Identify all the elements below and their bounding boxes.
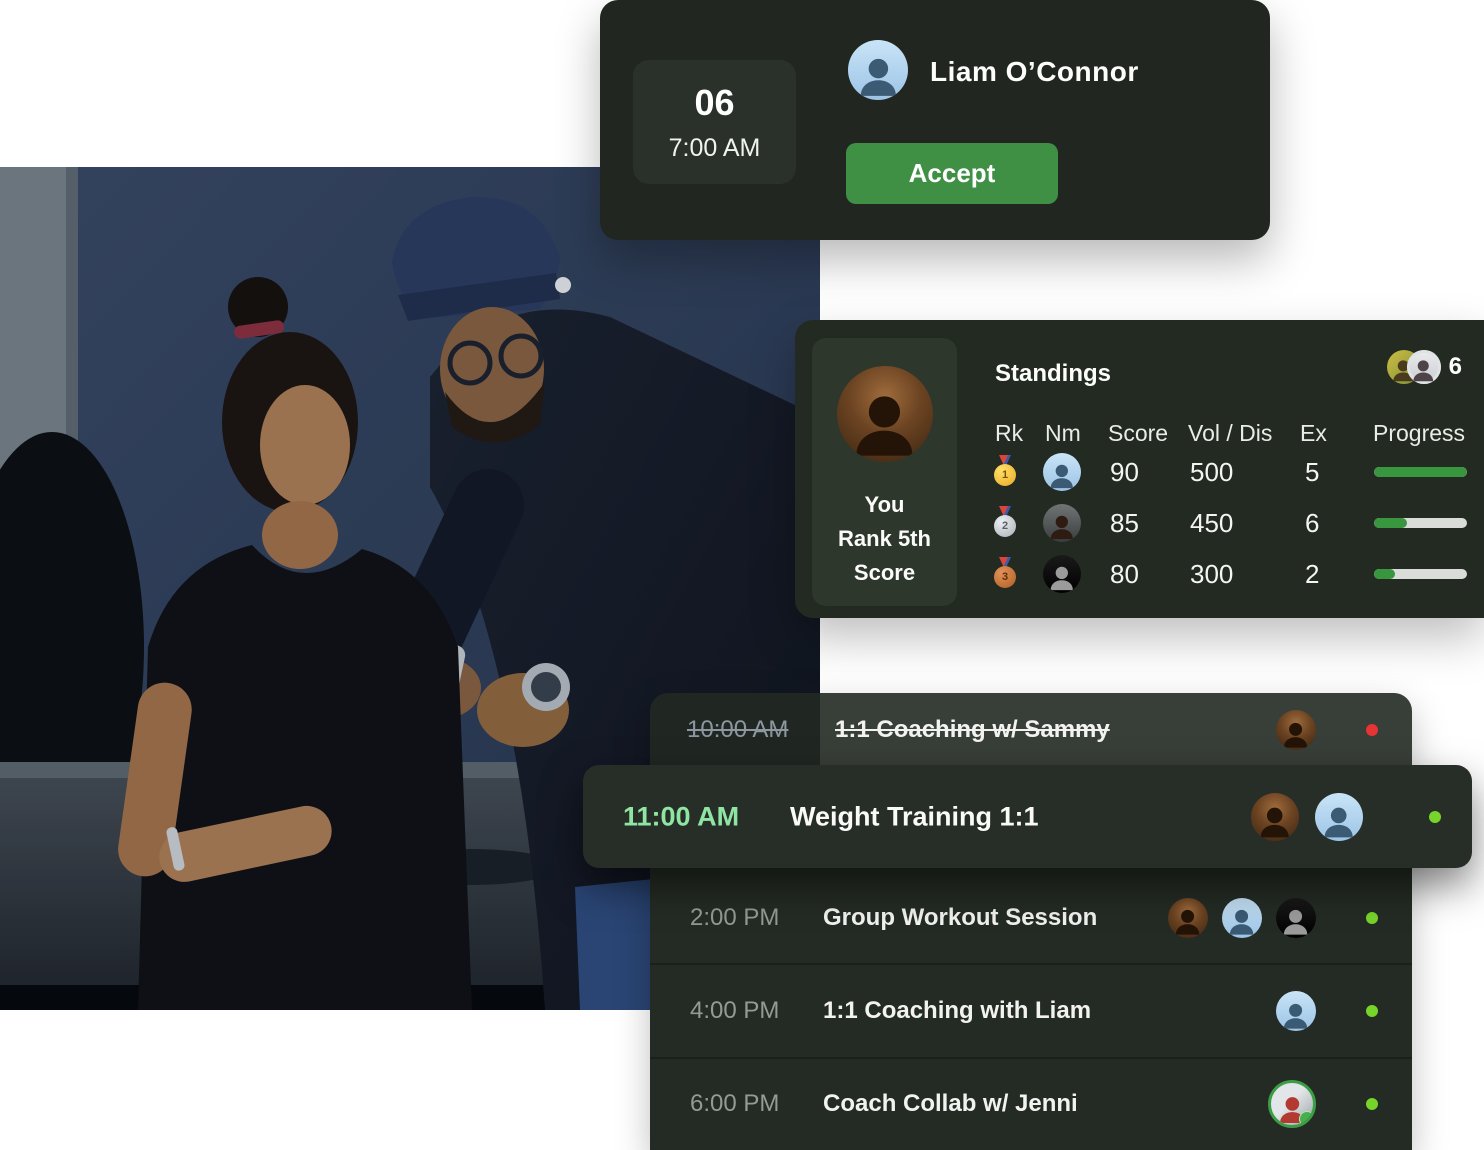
rank2-exercises: 6 — [1305, 508, 1319, 539]
fitness-app-composite: 06 7:00 AM Liam O’Connor Accept You Rank… — [0, 0, 1484, 1150]
person-icon — [1172, 906, 1203, 937]
rank1-exercises: 5 — [1305, 457, 1319, 488]
your-avatar — [837, 366, 933, 462]
liam-avatar — [1276, 991, 1316, 1031]
rank1-score: 90 — [1110, 457, 1139, 488]
session-time: 10:00 AM — [687, 716, 788, 744]
person-icon — [847, 387, 922, 462]
standings-title: Standings — [995, 360, 1111, 388]
session-avatars — [1168, 898, 1316, 938]
person-icon — [1047, 512, 1077, 542]
session-time: 7:00 AM — [669, 134, 761, 163]
rank3-volume: 300 — [1190, 559, 1233, 590]
session-avatars — [1251, 793, 1363, 841]
schedule-panel: 10:00 AM 1:1 Coaching w/ Sammy 2:00 PM G… — [650, 693, 1412, 1150]
schedule-row-group-workout[interactable]: 2:00 PM Group Workout Session — [650, 872, 1412, 963]
standings-row-1: 1 90 500 5 — [795, 452, 1484, 492]
jenni-avatar — [1268, 1080, 1316, 1128]
medal-rank: 3 — [994, 566, 1016, 588]
session-avatars — [1268, 1080, 1316, 1128]
person-icon — [1047, 563, 1077, 593]
standings-row-3: 3 80 300 2 — [795, 554, 1484, 594]
session-title: Coach Collab w/ Jenni — [823, 1090, 1078, 1118]
member-avatar — [1407, 350, 1441, 384]
col-progress: Progress — [1373, 420, 1465, 447]
person-icon — [1320, 803, 1357, 840]
member-avatar — [1276, 898, 1316, 938]
person-icon — [1410, 357, 1437, 384]
schedule-row-cancelled[interactable]: 10:00 AM 1:1 Coaching w/ Sammy — [650, 693, 1412, 767]
session-time: 2:00 PM — [690, 904, 779, 932]
person-icon — [855, 53, 902, 100]
progress-fill — [1374, 467, 1467, 477]
rank2-score: 85 — [1110, 508, 1139, 539]
session-request-card: 06 7:00 AM Liam O’Connor Accept — [600, 0, 1270, 240]
member-avatar — [1222, 898, 1262, 938]
active-status-dot — [1429, 811, 1441, 823]
rank3-avatar — [1043, 555, 1081, 593]
member-avatars-group: 6 — [1387, 350, 1462, 384]
person-icon — [1226, 906, 1257, 937]
person-icon — [1047, 461, 1077, 491]
col-exercises: Ex — [1300, 420, 1327, 447]
col-name: Nm — [1045, 420, 1081, 447]
rank1-progress-bar — [1374, 467, 1467, 477]
medal-rank: 2 — [994, 515, 1016, 537]
rank2-progress-bar — [1374, 518, 1467, 528]
silver-medal-icon: 2 — [993, 506, 1017, 538]
session-time: 6:00 PM — [690, 1090, 779, 1118]
rank3-score: 80 — [1110, 559, 1139, 590]
liam-avatar — [1315, 793, 1363, 841]
member-avatar — [1251, 793, 1299, 841]
accept-button[interactable]: Accept — [846, 143, 1058, 204]
confirmed-status-dot — [1366, 1098, 1378, 1110]
sammy-avatar — [1276, 710, 1316, 750]
session-title: 1:1 Coaching w/ Sammy — [835, 716, 1110, 744]
rank2-avatar — [1043, 504, 1081, 542]
person-icon — [1280, 1000, 1311, 1031]
rank3-exercises: 2 — [1305, 559, 1319, 590]
person-icon — [1256, 803, 1293, 840]
session-day: 06 — [694, 82, 734, 124]
person-icon — [1280, 906, 1311, 937]
session-title: Weight Training 1:1 — [790, 801, 1039, 832]
session-time: 4:00 PM — [690, 997, 779, 1025]
schedule-row-coaching-liam[interactable]: 4:00 PM 1:1 Coaching with Liam — [650, 965, 1412, 1056]
confirmed-status-dot — [1366, 912, 1378, 924]
gold-medal-icon: 1 — [993, 455, 1017, 487]
cancelled-status-dot — [1366, 724, 1378, 736]
col-score: Score — [1108, 420, 1168, 447]
standings-row-2: 2 85 450 6 — [795, 503, 1484, 543]
liam-avatar — [848, 40, 908, 100]
col-volume: Vol / Dis — [1188, 420, 1272, 447]
progress-fill — [1374, 569, 1395, 579]
member-count: 6 — [1449, 353, 1462, 381]
session-avatars — [1276, 991, 1316, 1031]
requester-name: Liam O’Connor — [930, 56, 1139, 88]
session-avatars — [1276, 710, 1316, 750]
progress-fill — [1374, 518, 1407, 528]
session-title: Group Workout Session — [823, 904, 1097, 932]
rank2-volume: 450 — [1190, 508, 1233, 539]
person-icon — [1276, 1093, 1309, 1126]
rank3-progress-bar — [1374, 569, 1467, 579]
member-avatar — [1168, 898, 1208, 938]
confirmed-status-dot — [1366, 1005, 1378, 1017]
session-title: 1:1 Coaching with Liam — [823, 997, 1091, 1025]
medal-rank: 1 — [994, 464, 1016, 486]
session-time: 11:00 AM — [623, 801, 739, 832]
standings-card: You Rank 5th Score Standings 6 Rk Nm Sco… — [795, 320, 1484, 618]
session-date-box: 06 7:00 AM — [633, 60, 796, 184]
rank1-avatar — [1043, 453, 1081, 491]
col-rank: Rk — [995, 420, 1023, 447]
rank1-volume: 500 — [1190, 457, 1233, 488]
person-icon — [1280, 719, 1311, 750]
schedule-row-coach-collab[interactable]: 6:00 PM Coach Collab w/ Jenni — [650, 1059, 1412, 1150]
schedule-row-active[interactable]: 11:00 AM Weight Training 1:1 — [583, 765, 1472, 868]
bronze-medal-icon: 3 — [993, 557, 1017, 589]
